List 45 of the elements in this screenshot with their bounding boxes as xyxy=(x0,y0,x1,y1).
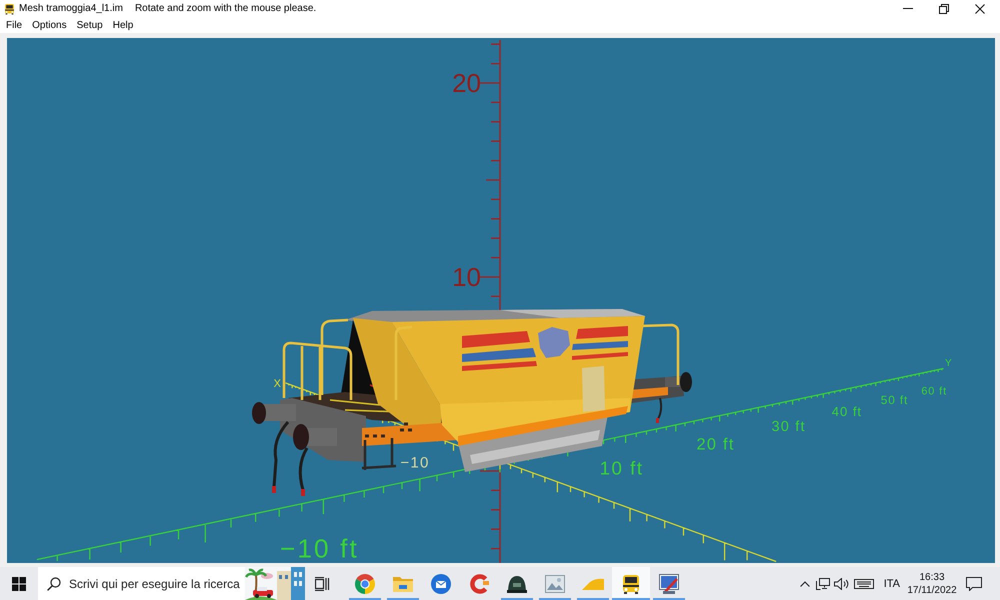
keyboard-icon[interactable] xyxy=(854,578,874,588)
close-icon xyxy=(975,4,985,14)
train-front-icon xyxy=(621,574,641,594)
axis-label: 20 ft xyxy=(696,436,735,454)
axis-label: −10 ft xyxy=(280,534,359,563)
axis-label: 30 ft xyxy=(772,418,806,435)
picture-icon xyxy=(545,574,565,592)
envelope-circle-icon xyxy=(431,574,451,594)
train-front-icon xyxy=(4,2,15,14)
network-icon[interactable] xyxy=(816,578,830,590)
menu-item[interactable]: Options xyxy=(27,17,72,33)
axis-label: 40 ft xyxy=(832,404,862,420)
segmented-circle-icon xyxy=(355,574,375,594)
window-hint: Rotate and zoom with the mouse please. xyxy=(134,3,316,14)
search-box[interactable]: Scrivi qui per eseguire la ricerca xyxy=(38,567,305,600)
render-viewport[interactable]: 20 10 −10 ft 10 ft 20 ft 30 ft 40 ft 50 ft 60 ft −10 X Y xyxy=(7,38,995,563)
minimize-icon xyxy=(903,8,913,9)
notification-icon[interactable] xyxy=(966,576,982,590)
restore-icon xyxy=(939,4,949,14)
wedge-icon xyxy=(582,578,604,590)
search-input[interactable]: Scrivi qui per eseguire la ricerca xyxy=(69,574,243,594)
axis-label: −10 xyxy=(400,454,430,472)
taskbar-app-button[interactable] xyxy=(612,567,650,600)
task-view-icon xyxy=(315,576,330,590)
axis-title: X xyxy=(274,378,281,390)
menu-item[interactable]: Help xyxy=(108,17,138,33)
axis-label: 60 ft xyxy=(921,385,948,398)
window-title: Mesh tramoggia4_l1.im xyxy=(19,3,123,14)
windows-logo-icon xyxy=(12,576,26,590)
chevron-up-icon[interactable] xyxy=(800,580,810,586)
axis-label: 20 xyxy=(452,68,481,98)
arc-icon xyxy=(469,574,489,594)
language-indicator[interactable]: ITA xyxy=(884,578,900,590)
speaker-icon[interactable] xyxy=(834,578,850,590)
axis-title: Y xyxy=(945,358,952,369)
search-icon xyxy=(47,576,61,590)
clock-button[interactable]: 16:33 17/11/2022 xyxy=(905,570,959,596)
axis-label: 50 ft xyxy=(880,393,908,408)
menu-item[interactable]: Setup xyxy=(72,17,108,33)
monitor-pen-icon xyxy=(659,574,679,594)
axis-label: 10 ft xyxy=(600,458,644,478)
menu-item[interactable]: File xyxy=(1,17,28,33)
folder-icon xyxy=(393,576,413,592)
dome-icon xyxy=(507,574,527,592)
axis-label: 10 xyxy=(452,262,481,292)
